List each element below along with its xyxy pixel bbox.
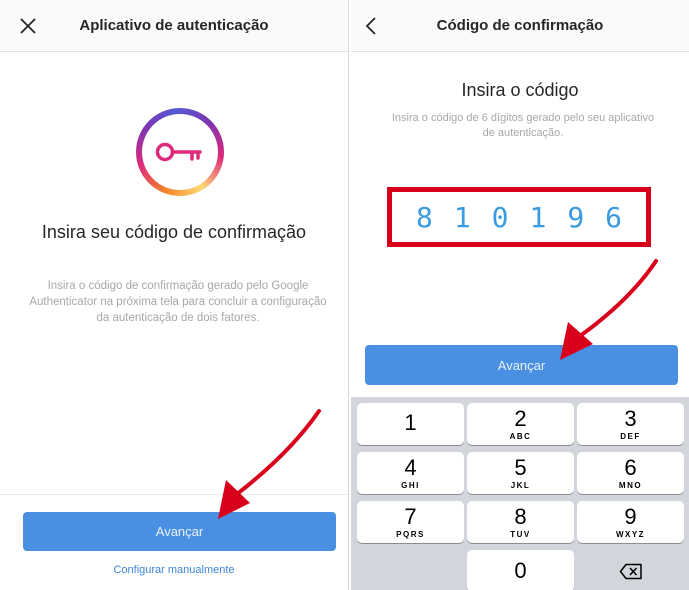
page-title: Insira seu código de confirmação [41,222,307,242]
auth-app-screen: Aplicativo de autenticação Insira seu có… [0,0,349,590]
key-1[interactable]: 1 [357,403,464,445]
key-3[interactable]: 3 DEF [577,403,684,445]
backspace-icon [619,563,642,579]
header: Código de confirmação [351,0,689,52]
header: Aplicativo de autenticação [0,0,348,52]
page-description: Insira o código de confirmação gerado pe… [29,280,327,324]
key-badge [136,108,224,196]
code-digit: 9 [567,200,585,234]
key-6[interactable]: 6 MNO [577,452,684,494]
key-letters: JKL [510,480,531,490]
key-letters: TUV [510,529,531,539]
header-title: Aplicativo de autenticação [79,17,269,34]
key-number: 1 [404,410,417,435]
key-7[interactable]: 7 PQRS [357,501,464,543]
page-title: Insira o código [461,80,579,100]
key-4[interactable]: 4 GHI [357,452,464,494]
key-letters: PQRS [396,529,425,539]
back-button[interactable] [357,12,385,40]
delete-key[interactable] [577,550,684,590]
key-number: 7 [404,503,417,529]
next-button[interactable]: Avançar [23,512,336,551]
code-input[interactable]: 8 1 0 1 9 6 [396,199,642,235]
code-highlight-box: 8 1 0 1 9 6 [387,187,651,247]
close-button[interactable] [14,12,42,40]
header-title: Código de confirmação [436,17,604,34]
chevron-left-icon [365,17,376,35]
next-button[interactable]: Avançar [365,345,678,385]
page-description: Insira o código de 6 dígitos gerado pelo… [391,112,655,139]
code-digit: 0 [491,200,509,234]
key-icon [155,142,202,162]
key-letters: WXYZ [615,529,646,539]
key-8[interactable]: 8 TUV [467,501,574,543]
close-icon [20,18,36,34]
configure-manually-link[interactable]: Configurar manualmente [0,564,348,576]
key-9[interactable]: 9 WXYZ [577,501,684,543]
key-number: 0 [514,558,527,583]
key-number: 6 [624,454,637,480]
key-letters: DEF [620,431,641,441]
key-number: 8 [514,503,527,529]
divider [0,494,348,495]
key-number: 2 [514,405,527,431]
key-letters: MNO [618,480,643,490]
key-blank [357,550,464,590]
code-digit: 6 [605,200,622,234]
code-digit: 8 [416,200,433,234]
key-number: 3 [624,405,637,431]
key-0[interactable]: 0 [467,550,574,590]
numeric-keypad: 1 2 ABC 3 DEF 4 GHI 5 JKL 6 MNO 7 PQRS 8… [351,397,689,590]
key-number: 9 [624,503,637,529]
key-letters: ABC [509,431,532,441]
key-letters: GHI [401,480,420,490]
code-digit: 1 [453,200,471,234]
key-2[interactable]: 2 ABC [467,403,574,445]
code-digit: 1 [529,200,547,234]
key-5[interactable]: 5 JKL [467,452,574,494]
key-number: 4 [404,454,417,480]
key-number: 5 [514,454,527,480]
